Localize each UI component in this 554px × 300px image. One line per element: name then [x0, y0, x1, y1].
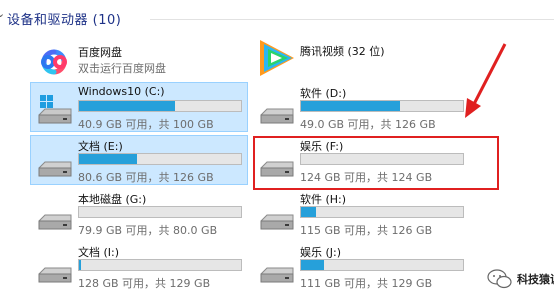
drive-name: 软件 (D:)	[300, 87, 347, 100]
drive-e[interactable]: 文档 (E:) 80.6 GB 可用，共 126 GB	[30, 135, 248, 185]
watermark-text: 科技猿说	[517, 273, 554, 286]
drive-name: 本地磁盘 (G:)	[78, 193, 147, 206]
hard-drive-icon	[260, 214, 294, 230]
usage-fill	[79, 260, 81, 270]
usage-fill	[301, 207, 316, 217]
usage-fill	[79, 154, 138, 164]
group-title: 设备和驱动器 (10)	[7, 13, 122, 28]
usage-fill	[301, 260, 324, 270]
app-name: 腾讯视频 (32 位)	[300, 45, 385, 58]
usage-bar	[78, 153, 242, 165]
drive-name: 软件 (H:)	[300, 193, 347, 206]
app-description: 双击运行百度网盘	[78, 62, 166, 75]
drive-g[interactable]: 本地磁盘 (G:) 79.9 GB 可用，共 80.0 GB	[30, 188, 248, 238]
red-arrow-annotation	[465, 43, 507, 118]
tencent-video-icon	[260, 40, 294, 76]
drive-name: Windows10 (C:)	[78, 85, 165, 98]
drive-space: 80.6 GB 可用，共 126 GB	[78, 171, 214, 184]
drive-h[interactable]: 软件 (H:) 115 GB 可用，共 126 GB	[252, 188, 470, 238]
app-name: 百度网盘	[78, 46, 122, 59]
usage-bar	[78, 259, 242, 271]
wechat-icon	[487, 269, 512, 289]
drive-f[interactable]: 娱乐 (F:) 124 GB 可用，共 124 GB	[252, 135, 470, 185]
usage-bar	[78, 100, 242, 112]
usage-bar	[78, 206, 242, 218]
drive-space: 115 GB 可用，共 126 GB	[300, 224, 433, 237]
drive-space: 124 GB 可用，共 124 GB	[300, 171, 433, 184]
drive-i[interactable]: 文档 (I:) 128 GB 可用，共 129 GB	[30, 241, 248, 291]
drive-j[interactable]: 娱乐 (J:) 111 GB 可用，共 129 GB	[252, 241, 470, 291]
drive-name: 文档 (E:)	[78, 140, 123, 153]
drive-name: 娱乐 (F:)	[300, 140, 344, 153]
usage-bar	[300, 100, 464, 112]
usage-bar	[300, 206, 464, 218]
hard-drive-icon	[260, 108, 294, 124]
windows-drive-icon	[38, 95, 72, 124]
hard-drive-icon	[260, 267, 294, 283]
app-tencent-video[interactable]: 腾讯视频 (32 位)	[252, 34, 452, 84]
group-divider	[150, 19, 554, 20]
hard-drive-icon	[260, 161, 294, 177]
devices-group-header[interactable]: ⌄ 设备和驱动器 (10)	[0, 0, 554, 38]
hard-drive-icon	[38, 267, 72, 283]
drive-space: 40.9 GB 可用，共 100 GB	[78, 118, 214, 131]
drive-d[interactable]: 软件 (D:) 49.0 GB 可用，共 126 GB	[252, 82, 470, 132]
hard-drive-icon	[38, 214, 72, 230]
hard-drive-icon	[38, 161, 72, 177]
usage-bar	[300, 153, 464, 165]
drive-space: 128 GB 可用，共 129 GB	[78, 277, 211, 290]
drive-space: 111 GB 可用，共 129 GB	[300, 277, 433, 290]
drive-name: 娱乐 (J:)	[300, 246, 342, 259]
baidu-netdisk-icon	[41, 49, 67, 75]
usage-fill	[301, 101, 400, 111]
drive-space: 49.0 GB 可用，共 126 GB	[300, 118, 436, 131]
usage-fill	[79, 101, 175, 111]
drive-space: 79.9 GB 可用，共 80.0 GB	[78, 224, 218, 237]
usage-bar	[300, 259, 464, 271]
app-baidu-netdisk[interactable]: 百度网盘 双击运行百度网盘	[30, 38, 230, 88]
drive-c[interactable]: Windows10 (C:) 40.9 GB 可用，共 100 GB	[30, 82, 248, 132]
drive-name: 文档 (I:)	[78, 246, 120, 259]
